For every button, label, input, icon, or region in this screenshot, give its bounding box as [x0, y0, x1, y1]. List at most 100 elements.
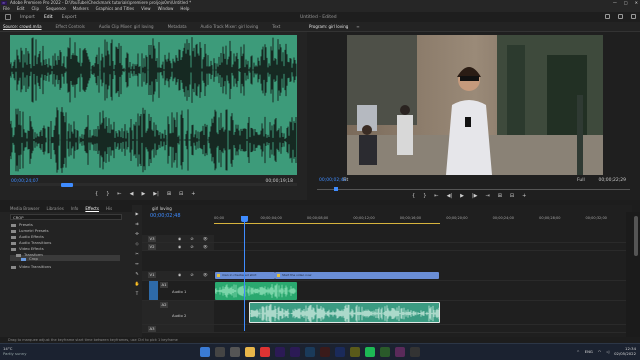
- browser-icon[interactable]: [260, 347, 270, 357]
- insert-button[interactable]: ⊞: [167, 191, 171, 197]
- effects-search-input[interactable]: CROP: [10, 214, 122, 220]
- file-explorer-icon[interactable]: [245, 347, 255, 357]
- tab-sequence[interactable]: girl loving: [152, 206, 172, 211]
- step-back-button[interactable]: ◀|: [447, 193, 453, 199]
- tab-edit[interactable]: Edit: [44, 15, 53, 20]
- home-icon[interactable]: [5, 14, 11, 20]
- step-back-button[interactable]: ◀: [130, 191, 134, 197]
- audio-clip[interactable]: [215, 282, 297, 300]
- wifi-icon[interactable]: ◠: [598, 349, 601, 354]
- tree-item-lumetri[interactable]: Lumetri Presets: [11, 228, 49, 233]
- program-menu-icon[interactable]: ≡: [356, 24, 359, 29]
- add-button[interactable]: +: [191, 191, 195, 197]
- program-video-frame[interactable]: [347, 35, 603, 175]
- video-clip[interactable]: man in checkered shirt: [215, 272, 275, 279]
- timeline-current-time[interactable]: 00;00;02;48: [150, 213, 181, 219]
- add-button[interactable]: +: [522, 193, 526, 199]
- work-area-bar[interactable]: [214, 223, 440, 224]
- app-icon[interactable]: [410, 347, 420, 357]
- spotify-icon[interactable]: [365, 347, 375, 357]
- app-icon[interactable]: [395, 347, 405, 357]
- scroll-thumb[interactable]: [634, 216, 638, 256]
- program-scrubber[interactable]: [317, 189, 630, 190]
- resolution-select[interactable]: Full: [577, 178, 585, 183]
- tab-effect-controls[interactable]: Effect Controls: [56, 24, 85, 29]
- track-controls[interactable]: ◉ ⊘ 👁: [178, 272, 212, 277]
- source-waveform[interactable]: [9, 35, 297, 175]
- timeline-playhead-line[interactable]: [244, 216, 245, 331]
- quick-export-icon[interactable]: [618, 14, 623, 19]
- tab-metadata[interactable]: Metadata: [168, 24, 187, 29]
- search-icon[interactable]: [215, 347, 225, 357]
- premiere-icon[interactable]: [275, 347, 285, 357]
- play-button[interactable]: ▶: [460, 193, 464, 199]
- go-to-out-button[interactable]: ⇥: [486, 193, 490, 199]
- tab-export[interactable]: Export: [62, 15, 77, 20]
- source-scrubber[interactable]: [10, 183, 297, 186]
- type-tool-icon[interactable]: ✋: [135, 281, 140, 286]
- mark-out-button[interactable]: }: [106, 191, 109, 197]
- volume-icon[interactable]: ◁: [606, 349, 609, 354]
- clock[interactable]: 12:34 02/05/2022: [614, 346, 636, 356]
- track-tag[interactable]: V2: [148, 244, 156, 250]
- timeline-ruler[interactable]: 00;00 00;00;04;00 00;00;08;00 00;00;12;00 00…: [214, 216, 632, 226]
- step-forward-button[interactable]: |▶: [472, 193, 478, 199]
- source-playhead[interactable]: [61, 183, 73, 187]
- tree-item-video-transitions[interactable]: Video Transitions: [11, 264, 51, 269]
- mark-in-button[interactable]: {: [95, 191, 98, 197]
- tree-item-audio-transitions[interactable]: Audio Transitions: [11, 240, 51, 245]
- slip-tool-icon[interactable]: ✂: [135, 251, 138, 256]
- language-indicator[interactable]: ENG: [585, 349, 593, 354]
- step-forward-button[interactable]: ▶|: [153, 191, 159, 197]
- after-effects-icon[interactable]: [290, 347, 300, 357]
- track-select-tool-icon[interactable]: ⇉: [135, 221, 138, 226]
- extract-button[interactable]: ⊟: [510, 193, 514, 199]
- timeline-playhead[interactable]: [241, 216, 248, 222]
- task-view-icon[interactable]: [230, 347, 240, 357]
- zoom-select[interactable]: Fit: [343, 178, 348, 183]
- weather-widget[interactable]: 14°C Partly sunny: [3, 346, 26, 356]
- track-tag[interactable]: A2: [160, 302, 168, 308]
- timeline-scrollbar[interactable]: [632, 212, 640, 337]
- photoshop-icon[interactable]: [305, 347, 315, 357]
- tab-media-browser[interactable]: Media Browser: [10, 206, 40, 211]
- tab-program[interactable]: Program: girl loving: [309, 24, 348, 29]
- tree-item-presets[interactable]: Presets: [11, 222, 33, 227]
- illustrator-icon[interactable]: [320, 347, 330, 357]
- app-icon[interactable]: [350, 347, 360, 357]
- program-playhead[interactable]: [334, 187, 338, 191]
- text-tool-icon[interactable]: T: [136, 291, 138, 296]
- tree-item-audio-effects[interactable]: Audio Effects: [11, 234, 44, 239]
- track-tag[interactable]: V1: [148, 272, 156, 278]
- fullscreen-icon[interactable]: [631, 14, 636, 19]
- tab-audio-clip-mixer[interactable]: Audio Clip Mixer: girl loving: [99, 24, 154, 29]
- selection-tool-icon[interactable]: ▶: [135, 211, 138, 216]
- tab-history[interactable]: His: [106, 206, 112, 211]
- tab-libraries[interactable]: Libraries: [47, 206, 64, 211]
- app-icon[interactable]: [380, 347, 390, 357]
- hand-tool-icon[interactable]: ✎: [135, 271, 138, 276]
- go-to-in-button[interactable]: ⇤: [117, 191, 121, 197]
- workspaces-icon[interactable]: [605, 14, 610, 19]
- ripple-edit-tool-icon[interactable]: ✣: [135, 231, 138, 236]
- lift-button[interactable]: ⊞: [498, 193, 502, 199]
- track-tag[interactable]: A3: [148, 326, 156, 332]
- pen-tool-icon[interactable]: ↔: [135, 261, 138, 266]
- track-controls[interactable]: ◉ ⊘ 👁: [178, 236, 212, 241]
- mark-out-button[interactable]: }: [423, 193, 426, 199]
- mark-in-button[interactable]: {: [412, 193, 415, 199]
- tab-effects[interactable]: Effects: [85, 206, 99, 211]
- go-to-in-button[interactable]: ⇤: [434, 193, 438, 199]
- track-controls[interactable]: ◉ ⊘ 👁: [178, 244, 212, 249]
- track-tag[interactable]: A1: [160, 282, 168, 288]
- play-button[interactable]: ▶: [141, 191, 145, 197]
- start-icon[interactable]: [200, 347, 210, 357]
- razor-tool-icon[interactable]: ◇: [135, 241, 138, 246]
- overwrite-button[interactable]: ⊟: [179, 191, 183, 197]
- tab-text[interactable]: Text: [272, 24, 280, 29]
- tab-import[interactable]: Import: [20, 15, 35, 20]
- track-tag[interactable]: V3: [148, 236, 156, 242]
- tray-chevron-icon[interactable]: ^: [576, 349, 579, 354]
- tree-item-video-effects[interactable]: Video Effects: [11, 246, 44, 251]
- tree-item-crop[interactable]: Crop: [21, 256, 38, 261]
